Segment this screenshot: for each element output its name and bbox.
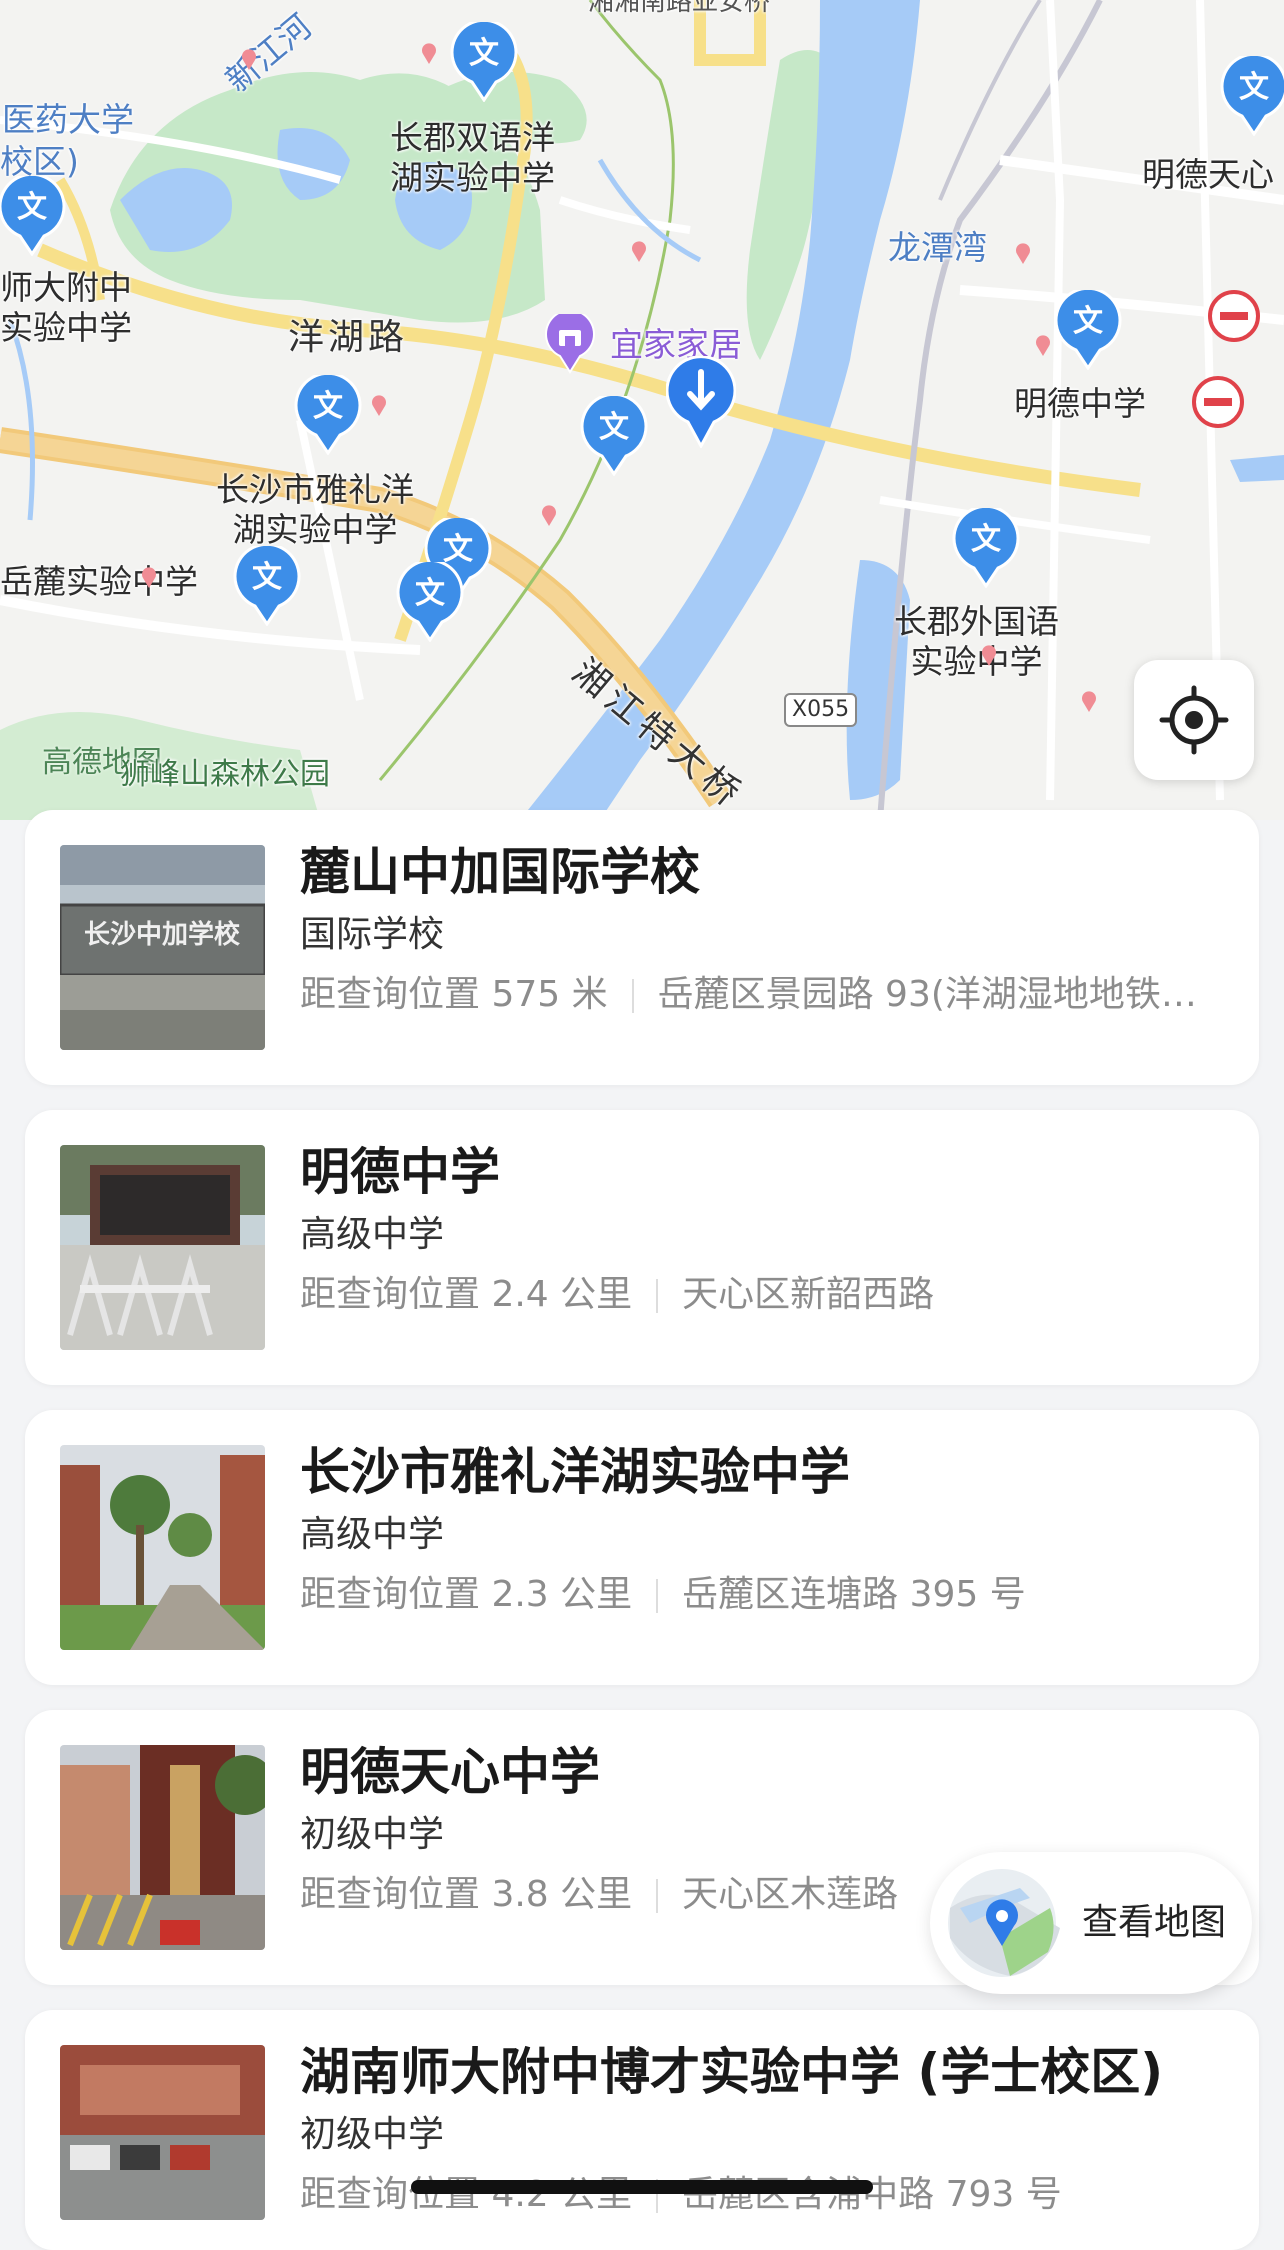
- result-card[interactable]: 湖南师大附中博才实验中学 (学士校区) 初级中学 距查询位置 4.2 公里 岳麓区…: [25, 2010, 1259, 2250]
- home-indicator[interactable]: [411, 2180, 873, 2194]
- map-label-yuelu-exp: 岳麓实验中学: [0, 562, 198, 601]
- shop-poi-icon[interactable]: [544, 314, 596, 374]
- result-category: 初级中学: [300, 1814, 445, 1855]
- result-card[interactable]: 长沙中加学校 麓山中加国际学校 国际学校 距查询位置 575 米 岳麓区景园路 9…: [25, 810, 1259, 1085]
- result-category: 初级中学: [300, 2114, 445, 2155]
- school-pin-icon[interactable]: 文: [0, 176, 66, 256]
- poi-dot-icon: [1036, 335, 1050, 356]
- map-view[interactable]: 湘湘南路亚安桥 医药大学 校区) 新江河 长郡双语洋 湖实验中学 明德天心 师大…: [0, 0, 1284, 820]
- result-meta: 距查询位置 575 米 岳麓区景园路 93(洋湖湿地地铁站...: [300, 972, 1230, 1018]
- poi-dot-icon: [422, 43, 436, 64]
- result-category: 国际学校: [300, 914, 445, 955]
- result-meta: 距查询位置 2.4 公里 天心区新韶西路: [300, 1272, 1230, 1318]
- svg-text:长沙中加学校: 长沙中加学校: [84, 919, 241, 950]
- result-thumbnail: [60, 1745, 265, 1950]
- meta-divider: [656, 1579, 659, 1613]
- result-distance: 距查询位置 2.3 公里: [300, 1574, 633, 1615]
- map-label-yanghu-road: 洋湖路: [288, 317, 409, 358]
- result-distance: 距查询位置 3.8 公里: [300, 1874, 633, 1915]
- result-thumbnail: [60, 2045, 265, 2220]
- poi-dot-icon: [242, 49, 256, 70]
- result-category: 高级中学: [300, 1514, 445, 1555]
- result-meta: 距查询位置 4.2 公里 岳麓区含浦中路 793 号: [300, 2172, 1230, 2218]
- school-pin-icon[interactable]: 文: [1054, 290, 1122, 370]
- result-address: 天心区木莲路: [682, 1874, 899, 1915]
- blue-down-arrow-marker-icon[interactable]: [666, 356, 736, 448]
- poi-dot-icon: [982, 645, 996, 666]
- result-title: 长沙市雅礼洋湖实验中学: [300, 1443, 850, 1501]
- poi-dot-icon: [142, 567, 156, 588]
- meta-divider: [656, 1279, 659, 1313]
- map-label-yali-yanghu: 长沙市雅礼洋 湖实验中学: [216, 470, 414, 549]
- school-pin-icon[interactable]: 文: [580, 396, 648, 476]
- school-pin-icon[interactable]: 文: [294, 375, 362, 455]
- map-label-university: 医药大学: [2, 100, 134, 139]
- map-label-hunan-road: 湘湘南路亚安桥: [588, 0, 771, 17]
- no-entry-icon: [1192, 376, 1244, 428]
- poi-dot-icon: [1016, 243, 1030, 264]
- school-pin-icon[interactable]: 文: [233, 546, 301, 626]
- poi-dot-icon: [1082, 691, 1096, 712]
- map-label-shida-fuzhong: 师大附中 实验中学: [0, 268, 132, 347]
- view-map-button[interactable]: 查看地图: [930, 1852, 1252, 1994]
- school-pin-icon[interactable]: 文: [1220, 56, 1284, 136]
- meta-divider: [631, 979, 634, 1013]
- poi-dot-icon: [632, 241, 646, 262]
- school-pin-icon[interactable]: 文: [952, 508, 1020, 588]
- poi-dot-icon: [372, 395, 386, 416]
- result-thumbnail: [60, 1145, 265, 1350]
- result-category: 高级中学: [300, 1214, 445, 1255]
- result-meta: 距查询位置 3.8 公里 天心区木莲路: [300, 1872, 940, 1918]
- map-label-changjun-bilingual: 长郡双语洋 湖实验中学: [390, 118, 555, 197]
- map-label-shifeng-park: 狮峰山森林公园: [120, 757, 330, 792]
- result-card[interactable]: 长沙市雅礼洋湖实验中学 高级中学 距查询位置 2.3 公里 岳麓区连塘路 395 …: [25, 1410, 1259, 1685]
- meta-divider: [656, 1879, 659, 1913]
- result-thumbnail: 长沙中加学校: [60, 845, 265, 1050]
- no-entry-icon: [1208, 290, 1260, 342]
- result-title: 麓山中加国际学校: [300, 843, 700, 901]
- result-title: 明德天心中学: [300, 1743, 600, 1801]
- poi-dot-icon: [542, 505, 556, 526]
- view-map-label: 查看地图: [1082, 1902, 1227, 1943]
- result-title: 明德中学: [300, 1143, 500, 1201]
- crosshair-target-icon: [1159, 685, 1229, 755]
- road-shield-x055: X055: [784, 693, 858, 727]
- map-pin-icon: [948, 1869, 1060, 1977]
- result-card[interactable]: 明德中学 高级中学 距查询位置 2.4 公里 天心区新韶西路: [25, 1110, 1259, 1385]
- map-label-longtan-bay: 龙潭湾: [888, 228, 987, 267]
- map-label-mingde-tianxin: 明德天心: [1142, 155, 1274, 194]
- result-title: 湖南师大附中博才实验中学 (学士校区): [300, 2043, 1164, 2101]
- result-distance: 距查询位置 575 米: [300, 974, 608, 1015]
- locate-button[interactable]: [1134, 660, 1254, 780]
- result-distance: 距查询位置 2.4 公里: [300, 1274, 633, 1315]
- result-thumbnail: [60, 1445, 265, 1650]
- result-meta: 距查询位置 2.3 公里 岳麓区连塘路 395 号: [300, 1572, 1230, 1618]
- school-pin-icon[interactable]: 文: [396, 562, 464, 642]
- school-pin-icon[interactable]: 文: [450, 22, 518, 102]
- map-label-mingde-school: 明德中学: [1014, 384, 1146, 423]
- result-address: 岳麓区景园路 93(洋湖湿地地铁站...: [657, 974, 1230, 1015]
- map-label-changjun-foreign: 长郡外国语 实验中学: [894, 602, 1059, 681]
- result-address: 岳麓区连塘路 395 号: [682, 1574, 1026, 1615]
- result-address: 天心区新韶西路: [682, 1274, 935, 1315]
